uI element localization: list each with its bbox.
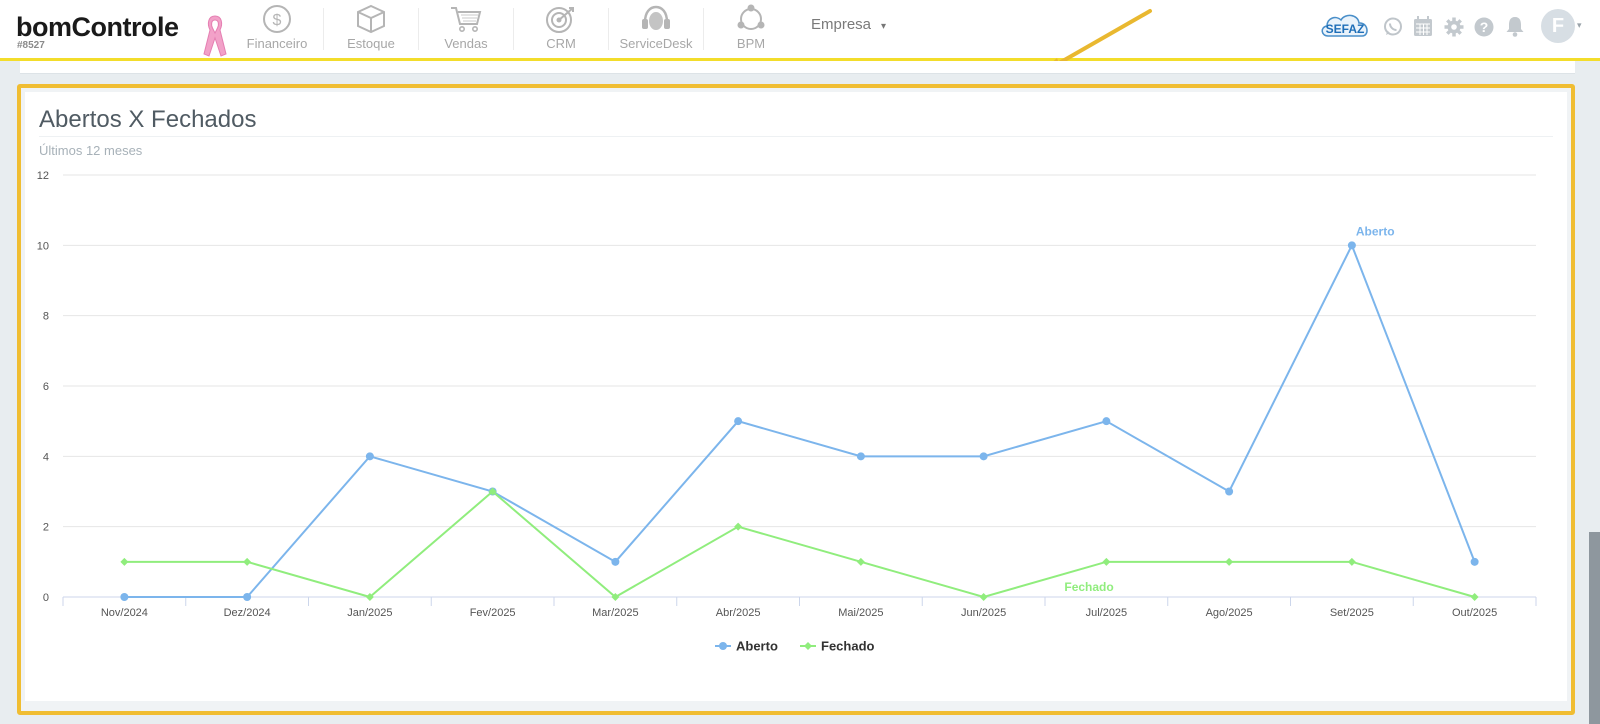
nav-servicedesk[interactable]: ServiceDesk (610, 4, 702, 54)
legend-label: Fechado (821, 639, 875, 654)
nav-bpm[interactable]: BPM (705, 4, 797, 54)
dollar-coin-icon: $ (263, 5, 291, 33)
nav-label: Vendas (444, 36, 488, 51)
line-chart: 0 2 4 6 8 10 12 Nov/2024 Dez/2024 Jan/2025 Fev/202… (37, 170, 1537, 654)
company-label: Empresa (811, 16, 872, 33)
sefaz-label: SEFAZ (1326, 22, 1365, 36)
headset-icon (642, 5, 670, 30)
nav-label: BPM (736, 36, 766, 51)
target-icon (546, 7, 574, 33)
x-tick-label: Jan/2025 (347, 607, 392, 619)
data-point-aberto (365, 452, 374, 461)
data-point-aberto (243, 593, 252, 601)
nav-divider (703, 8, 704, 50)
nav-vendas[interactable]: Vendas (420, 4, 512, 54)
scrollbar[interactable] (1589, 532, 1600, 724)
nav-crm[interactable]: CRM (515, 4, 607, 54)
data-point-fechado (979, 593, 988, 601)
data-point-aberto (120, 593, 129, 601)
legend-item-fechado[interactable]: Fechado (800, 639, 875, 654)
data-point-aberto (1470, 557, 1479, 566)
series-line-fechado (124, 490, 1475, 599)
nav-financeiro[interactable]: $ Financeiro (231, 4, 323, 54)
legend-marker (804, 642, 812, 650)
data-point-fechado (1225, 557, 1234, 566)
pink-ribbon-icon (203, 15, 227, 57)
company-selector[interactable]: Empresa ▾ (811, 16, 886, 33)
legend-marker (719, 642, 727, 650)
account-code: #8527 (17, 40, 45, 51)
series-label-fechado: Fechado (1064, 580, 1113, 594)
x-tick-label: Out/2025 (1452, 607, 1497, 619)
x-tick-label: Fev/2025 (470, 607, 516, 619)
page-header-strip (20, 61, 1575, 74)
data-point-aberto (979, 452, 988, 461)
top-navigation-bar: bomControle #8527 $ Financeiro Estoque V… (0, 0, 1600, 61)
x-tick-label: Abr/2025 (716, 607, 761, 619)
chevron-down-icon[interactable]: ▾ (1577, 20, 1582, 31)
gear-icon[interactable] (1444, 17, 1464, 37)
bell-icon[interactable] (1505, 16, 1525, 37)
nav-divider (513, 8, 514, 50)
y-tick-label: 12 (37, 170, 49, 182)
avatar[interactable]: F (1541, 9, 1575, 43)
x-tick-label: Ago/2025 (1206, 607, 1253, 619)
nav-label: Estoque (347, 36, 395, 51)
box-icon (357, 4, 385, 34)
y-tick-label: 6 (43, 381, 49, 393)
nav-divider (418, 8, 419, 50)
help-icon[interactable]: ? (1474, 17, 1494, 37)
chart-card: Abertos X Fechados Últimos 12 meses 0246… (17, 84, 1575, 715)
data-point-fechado (120, 557, 129, 566)
nav-label: ServiceDesk (619, 36, 693, 51)
data-point-fechado (243, 557, 252, 566)
data-point-aberto (1347, 241, 1356, 250)
logo-text: bomControle (16, 12, 179, 42)
data-point-fechado (1347, 557, 1356, 566)
data-point-fechado (856, 557, 865, 566)
data-point-fechado (734, 522, 743, 531)
sefaz-button[interactable]: SEFAZ (1318, 12, 1372, 40)
data-point-fechado (1470, 593, 1479, 601)
y-tick-label: 8 (43, 311, 49, 323)
series-label-aberto: Aberto (1356, 224, 1395, 238)
x-tick-label: Dez/2024 (224, 607, 271, 619)
y-tick-label: 10 (37, 240, 49, 252)
nav-label: Financeiro (246, 36, 308, 51)
chevron-down-icon: ▾ (881, 21, 887, 32)
data-point-aberto (1225, 487, 1234, 496)
data-point-aberto (611, 557, 620, 566)
y-tick-label: 0 (43, 592, 49, 604)
x-tick-label: Jun/2025 (961, 607, 1006, 619)
calendar-icon[interactable] (1413, 16, 1433, 37)
data-point-aberto (856, 452, 865, 461)
whatsapp-icon[interactable] (1383, 17, 1403, 37)
nav-divider (323, 8, 324, 50)
x-tick-label: Mai/2025 (838, 607, 883, 619)
data-point-aberto (734, 417, 743, 426)
data-point-fechado (1102, 557, 1111, 566)
y-tick-label: 4 (43, 451, 49, 463)
legend-label: Aberto (736, 639, 778, 654)
data-point-aberto (1102, 417, 1111, 426)
nav-label: CRM (546, 36, 576, 51)
process-cycle-icon (737, 4, 765, 30)
nav-estoque[interactable]: Estoque (325, 4, 417, 54)
svg-text:?: ? (1480, 19, 1489, 35)
chart-card-body: Abertos X Fechados Últimos 12 meses 0246… (25, 92, 1567, 701)
app-logo[interactable]: bomControle #8527 (16, 10, 227, 58)
x-tick-label: Jul/2025 (1086, 607, 1128, 619)
shopping-cart-icon (451, 7, 482, 32)
x-tick-label: Nov/2024 (101, 607, 148, 619)
legend-item-aberto[interactable]: Aberto (715, 639, 778, 654)
y-tick-label: 2 (43, 522, 49, 534)
x-tick-label: Set/2025 (1330, 607, 1374, 619)
x-tick-label: Mar/2025 (592, 607, 638, 619)
svg-text:$: $ (273, 12, 282, 29)
nav-divider (608, 8, 609, 50)
